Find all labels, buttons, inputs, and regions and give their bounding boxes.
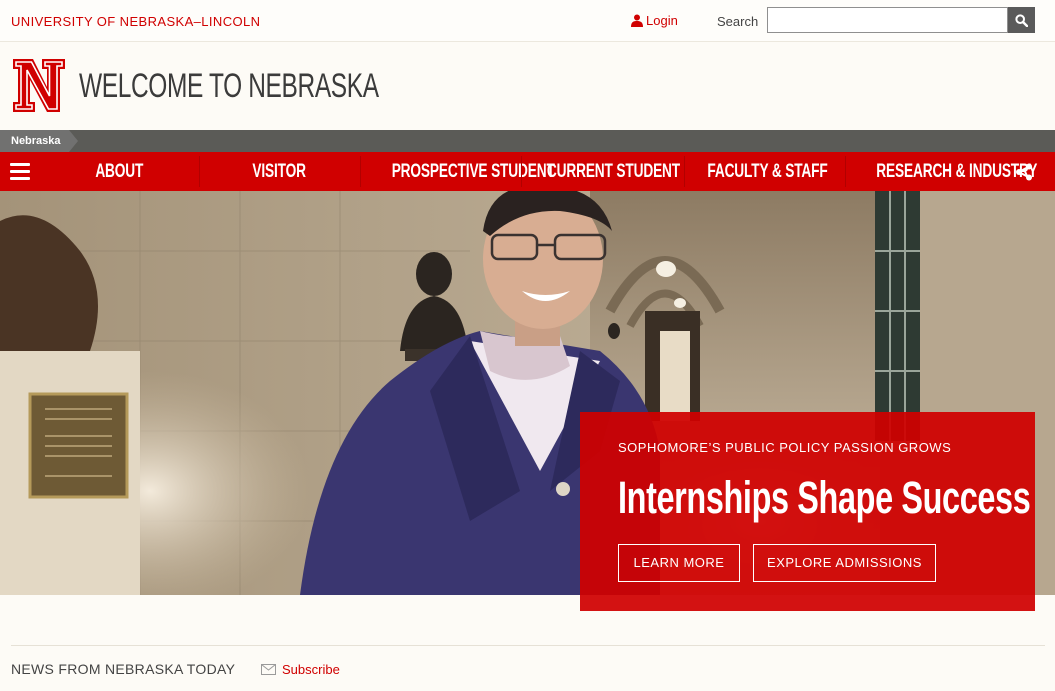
breadcrumb-item-nebraska[interactable]: Nebraska — [0, 130, 78, 152]
nav-item-research-industry[interactable]: RESEARCH & INDUSTRY — [845, 152, 1037, 191]
search-button[interactable] — [1008, 7, 1035, 33]
hamburger-icon[interactable] — [0, 152, 40, 191]
breadcrumb: Nebraska — [0, 130, 1055, 152]
feature-kicker: SOPHOMORE’S PUBLIC POLICY PASSION GROWS — [618, 440, 952, 455]
nav-item-visitor[interactable]: VISITOR — [199, 152, 360, 191]
explore-admissions-button[interactable]: EXPLORE ADMISSIONS — [753, 544, 936, 582]
site-header: WELCOME TO NEBRASKA — [0, 42, 1055, 130]
learn-more-button[interactable]: LEARN MORE — [618, 544, 740, 582]
nav-item-current-student[interactable]: CURRENT STUDENT — [521, 152, 684, 191]
main-nav: ABOUT VISITOR PROSPECTIVE STUDENT CURREN… — [0, 152, 1055, 191]
news-heading: NEWS FROM NEBRASKA TODAY — [11, 661, 236, 677]
nav-item-prospective-student[interactable]: PROSPECTIVE STUDENT — [360, 152, 555, 191]
search-icon — [1015, 13, 1028, 27]
subscribe-label: Subscribe — [282, 662, 340, 677]
nav-item-about[interactable]: ABOUT — [40, 152, 199, 191]
feature-card: SOPHOMORE’S PUBLIC POLICY PASSION GROWS … — [580, 412, 1035, 611]
subscribe-link[interactable]: Subscribe — [261, 662, 340, 677]
search-input[interactable] — [767, 7, 1008, 33]
login-label: Login — [646, 13, 678, 28]
university-link[interactable]: UNIVERSITY OF NEBRASKA–LINCOLN — [11, 14, 260, 29]
envelope-icon — [261, 664, 276, 675]
utility-bar: UNIVERSITY OF NEBRASKA–LINCOLN Login Sea… — [0, 0, 1055, 42]
nav-item-faculty-staff[interactable]: FACULTY & STAFF — [684, 152, 845, 191]
search-label: Search — [717, 14, 759, 29]
share-icon[interactable] — [1010, 152, 1038, 191]
site-title[interactable]: WELCOME TO NEBRASKA — [79, 67, 379, 106]
nebraska-n-logo[interactable] — [11, 57, 67, 114]
user-icon — [631, 14, 643, 27]
news-divider — [11, 645, 1045, 646]
feature-title[interactable]: Internships Shape Success — [618, 472, 1031, 524]
login-link[interactable]: Login — [631, 13, 678, 28]
